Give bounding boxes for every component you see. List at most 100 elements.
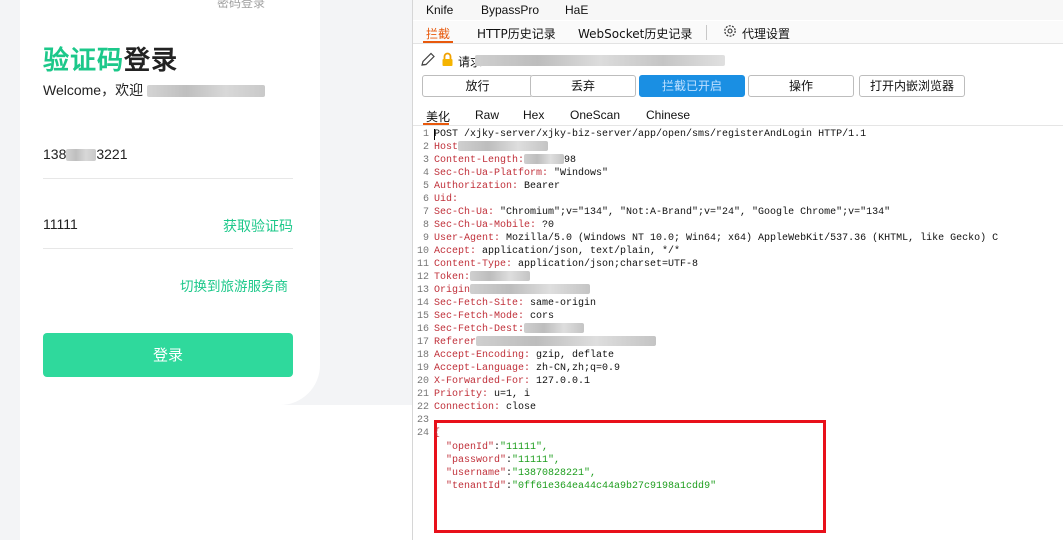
code-line: Token:	[434, 271, 531, 284]
header-value: application/json;charset=UTF-8	[512, 259, 699, 270]
burp-panel: Knife BypassPro HaE 拦截 HTTP历史记录 WebSocke…	[412, 0, 1063, 540]
line-number: 16	[416, 324, 429, 335]
code-line: Accept: application/json, text/plain, */…	[434, 245, 680, 258]
header-name: User-Agent:	[434, 233, 501, 244]
switch-provider-link[interactable]: 切换到旅游服务商	[180, 275, 288, 295]
header-value: cors	[524, 311, 555, 322]
line-number: 1	[422, 129, 429, 140]
get-code-button[interactable]: 获取验证码	[223, 216, 293, 236]
code-line: Sec-Ch-Ua-Mobile: ?0	[434, 219, 554, 232]
tab-chinese[interactable]: Chinese	[646, 108, 690, 122]
tab-hex[interactable]: Hex	[523, 108, 544, 122]
line-number: 5	[422, 181, 429, 192]
redacted-value	[476, 336, 657, 347]
header-value: Bearer	[518, 181, 561, 192]
header-name: Sec-Ch-Ua-Platform:	[434, 168, 549, 179]
gear-icon[interactable]	[723, 24, 737, 38]
tab-knife[interactable]: Knife	[426, 3, 453, 17]
line-number: 13	[416, 285, 429, 296]
line-number: 3	[422, 155, 429, 166]
line-number: 15	[416, 311, 429, 322]
phone-value: 138 3221	[43, 146, 128, 162]
line-number: 6	[422, 194, 429, 205]
header-name: Host	[434, 142, 459, 153]
header-name: Referer	[434, 337, 477, 348]
code-value: 11111	[43, 216, 78, 232]
line-number: 24	[416, 428, 429, 439]
tab-hae[interactable]: HaE	[565, 3, 588, 17]
line-number: 8	[422, 220, 429, 231]
header-value: {	[434, 428, 441, 439]
code-line: Priority: u=1, i	[434, 388, 530, 401]
header-value: u=1, i	[488, 389, 531, 400]
login-button[interactable]: 登录	[43, 333, 293, 377]
code-line: Uid:	[434, 193, 458, 206]
line-number: 17	[416, 337, 429, 348]
json-key: "username"	[446, 468, 507, 479]
tab-onescan[interactable]: OneScan	[570, 108, 620, 122]
proxy-sub-tabs: 拦截 HTTP历史记录 WebSocket历史记录 代理设置	[413, 21, 1063, 44]
json-key: "password"	[446, 455, 507, 466]
header-name: Accept-Encoding:	[434, 350, 531, 361]
request-header-row: 请求	[413, 48, 1063, 72]
line-number: 23	[416, 415, 429, 426]
line-number: 10	[416, 246, 429, 257]
json-body-line: "username":"13870828221",	[446, 467, 596, 480]
lock-icon	[442, 52, 453, 66]
phone-field[interactable]: 138 3221	[43, 133, 293, 179]
tab-http-history[interactable]: HTTP历史记录	[477, 25, 556, 42]
header-value: POST /xjky-server/xjky-biz-server/app/op…	[434, 129, 867, 140]
welcome-label: Welcome，欢迎	[43, 82, 144, 98]
header-name: Sec-Fetch-Mode:	[434, 311, 525, 322]
pencil-icon[interactable]	[419, 52, 437, 68]
extension-tabs: Knife BypassPro HaE	[413, 0, 1063, 20]
header-value: ?0	[536, 220, 555, 231]
intercept-toggle-button[interactable]: 拦截已开启	[639, 75, 745, 97]
line-number: 7	[422, 207, 429, 218]
password-login-link[interactable]: 密码登录	[217, 0, 265, 11]
tab-websocket-history[interactable]: WebSocket历史记录	[578, 25, 692, 42]
intercept-toolbar: 放行 丢弃 拦截已开启 操作 打开内嵌浏览器	[413, 75, 1063, 97]
header-value: 98	[564, 155, 577, 166]
header-name: Content-Length:	[434, 155, 525, 166]
tab-proxy-settings[interactable]: 代理设置	[742, 25, 790, 42]
verification-code-field[interactable]: 11111 获取验证码	[43, 203, 293, 249]
tab-intercept[interactable]: 拦截	[426, 25, 450, 42]
code-line: Accept-Language: zh-CN,zh;q=0.9	[434, 362, 620, 375]
header-name: Sec-Ch-Ua-Mobile:	[434, 220, 537, 231]
header-name: Accept:	[434, 246, 477, 257]
header-name: Uid:	[434, 194, 459, 205]
code-line: Host	[434, 141, 549, 154]
open-browser-button[interactable]: 打开内嵌浏览器	[859, 75, 965, 97]
tab-raw[interactable]: Raw	[475, 108, 499, 122]
header-value: same-origin	[524, 298, 597, 309]
header-name: Authorization:	[434, 181, 519, 192]
header-name: Connection:	[434, 402, 501, 413]
action-button[interactable]: 操作	[748, 75, 854, 97]
code-line: Sec-Ch-Ua: "Chromium";v="134", "Not:A-Br…	[434, 206, 890, 219]
tab-bypasspro[interactable]: BypassPro	[481, 3, 539, 17]
request-editor[interactable]: 1 POST /xjky-server/xjky-biz-server/app/o…	[413, 128, 1063, 540]
code-line: Authorization: Bearer	[434, 180, 560, 193]
redacted-request-target	[475, 55, 725, 66]
header-value: application/json, text/plain, */*	[476, 246, 681, 257]
code-line: Referer	[434, 336, 657, 349]
json-key: "openId"	[446, 442, 495, 453]
redacted-value	[470, 284, 591, 295]
code-line: X-Forwarded-For: 127.0.0.1	[434, 375, 590, 388]
drop-button[interactable]: 丢弃	[530, 75, 636, 97]
forward-button[interactable]: 放行	[422, 75, 533, 97]
message-view-tabs: 美化 Raw Hex OneScan Chinese	[413, 106, 1063, 126]
code-line: Accept-Encoding: gzip, deflate	[434, 349, 614, 362]
header-value: close	[500, 402, 537, 413]
json-body-line: "tenantId":"0ff61e364ea44c44a9b27c9198a1…	[446, 480, 716, 493]
header-name: X-Forwarded-For:	[434, 376, 531, 387]
code-line: Sec-Fetch-Dest:	[434, 323, 585, 336]
title-green-part: 验证码	[43, 46, 125, 76]
json-value: "0ff61e364ea44c44a9b27c9198a1cdd9"	[512, 481, 717, 492]
header-value: zh-CN,zh;q=0.9	[530, 363, 621, 374]
line-number: 4	[422, 168, 429, 179]
header-name: Sec-Fetch-Site:	[434, 298, 525, 309]
json-body-line: "openId":"11111",	[446, 441, 548, 454]
line-number: 9	[422, 233, 429, 244]
